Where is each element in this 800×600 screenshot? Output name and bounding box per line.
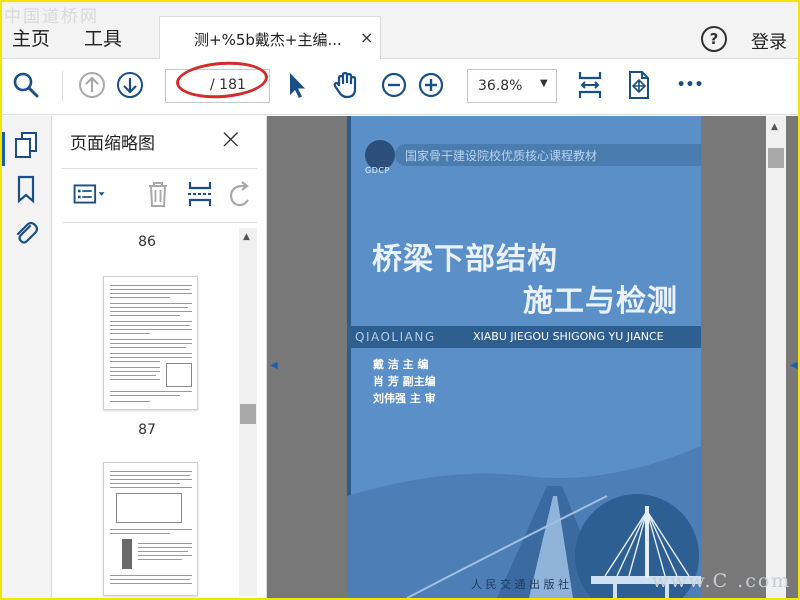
zoom-select[interactable]: 36.8% ▼ <box>467 69 557 103</box>
cover-author: 刘伟强 主 审 <box>373 392 436 405</box>
zoom-value: 36.8% <box>478 78 523 94</box>
cover-series-text: 国家骨干建设院校优质核心课程教材 <box>405 149 598 163</box>
thumbnail-panel: 页面缩略图 × 86 87 ▲ <box>52 116 267 598</box>
collapse-left-icon[interactable]: ◀ <box>270 360 278 371</box>
thumbnail-list: 86 87 <box>52 226 242 598</box>
cover-series-band: 国家骨干建设院校优质核心课程教材 <box>395 144 701 166</box>
more-icon[interactable]: ••• <box>674 69 706 101</box>
tab-bar: 主页 工具 测+%5b戴杰+主编... × ? 登录 <box>2 2 798 60</box>
fit-page-icon[interactable] <box>574 69 606 101</box>
cover-publisher: 人 民 交 通 出 版 社 <box>471 578 569 591</box>
hand-tool-icon[interactable] <box>330 69 362 101</box>
close-tab-icon[interactable]: × <box>360 28 373 47</box>
cover-author: 肖 芳 副主编 <box>373 375 436 388</box>
zoom-out-icon[interactable] <box>378 69 410 101</box>
panel-scrollbar[interactable]: ▲ <box>239 228 257 596</box>
cover-pinyin-bar: QIAOLIANG XIABU JIEGOU SHIGONG YU JIANCE <box>347 326 701 348</box>
cover-author: 戴 洁 主 编 <box>373 358 429 371</box>
rotate-page-icon[interactable] <box>222 176 258 212</box>
chevron-down-icon: ▼ <box>540 78 548 89</box>
page-number-label: 87 <box>138 422 156 438</box>
cover-title-line1: 桥梁下部结构 <box>372 242 558 277</box>
zoom-in-icon[interactable] <box>415 69 447 101</box>
panel-title: 页面缩略图 <box>70 134 155 154</box>
cover-title-line2: 施工与检测 <box>523 284 678 319</box>
watermark-top: 中国道桥网 <box>4 7 99 27</box>
attachment-icon[interactable] <box>12 218 40 248</box>
document-tab-title: 测+%5b戴杰+主编... <box>194 31 342 49</box>
left-rail <box>2 116 52 598</box>
scroll-up-icon[interactable]: ▲ <box>243 232 250 242</box>
panel-scrollbar-thumb[interactable] <box>240 404 256 424</box>
thumbnails-icon[interactable] <box>12 130 40 160</box>
page-thumbnail[interactable] <box>103 462 198 596</box>
book-cover-page: 国家骨干建设院校优质核心课程教材 GDCP 桥梁下部结构 施工与检测 QIAOL… <box>347 116 701 598</box>
document-scrollbar[interactable]: ▲ <box>766 116 786 598</box>
cover-pinyin-a: QIAOLIANG <box>355 330 436 344</box>
close-panel-icon[interactable]: × <box>219 122 242 155</box>
bookmark-icon[interactable] <box>12 174 40 204</box>
page-up-icon[interactable] <box>76 69 108 101</box>
document-scrollbar-thumb[interactable] <box>768 148 784 168</box>
collapse-right-icon[interactable]: ◀ <box>790 360 798 371</box>
delete-page-icon[interactable] <box>140 176 176 212</box>
extract-page-icon[interactable] <box>182 176 218 212</box>
help-icon[interactable]: ? <box>701 26 727 52</box>
watermark-bottom: www.C .com <box>652 570 792 592</box>
page-down-icon[interactable] <box>114 69 146 101</box>
page-options-icon[interactable] <box>72 176 114 212</box>
cover-pinyin-b: XIABU JIEGOU SHIGONG YU JIANCE <box>473 330 664 343</box>
toolbar-divider <box>62 71 63 101</box>
panel-divider <box>62 168 257 169</box>
panel-divider-2 <box>62 222 257 223</box>
login-button[interactable]: 登录 <box>751 28 787 54</box>
tab-tools[interactable]: 工具 <box>84 24 122 51</box>
document-tab[interactable]: 测+%5b戴杰+主编... × <box>159 16 381 60</box>
cover-logo-text: GDCP <box>365 166 390 175</box>
panel-toolbar <box>52 172 267 220</box>
page-thumbnail[interactable] <box>103 276 198 410</box>
toolbar: / 181 36.8% ▼ ••• <box>2 59 798 115</box>
page-number-label: 86 <box>138 234 156 250</box>
search-icon[interactable] <box>10 69 42 101</box>
scroll-up-icon[interactable]: ▲ <box>771 122 778 132</box>
select-cursor-icon[interactable] <box>280 69 312 101</box>
rail-active-indicator <box>2 132 5 166</box>
tab-home[interactable]: 主页 <box>12 24 50 51</box>
full-screen-icon[interactable] <box>622 69 654 101</box>
